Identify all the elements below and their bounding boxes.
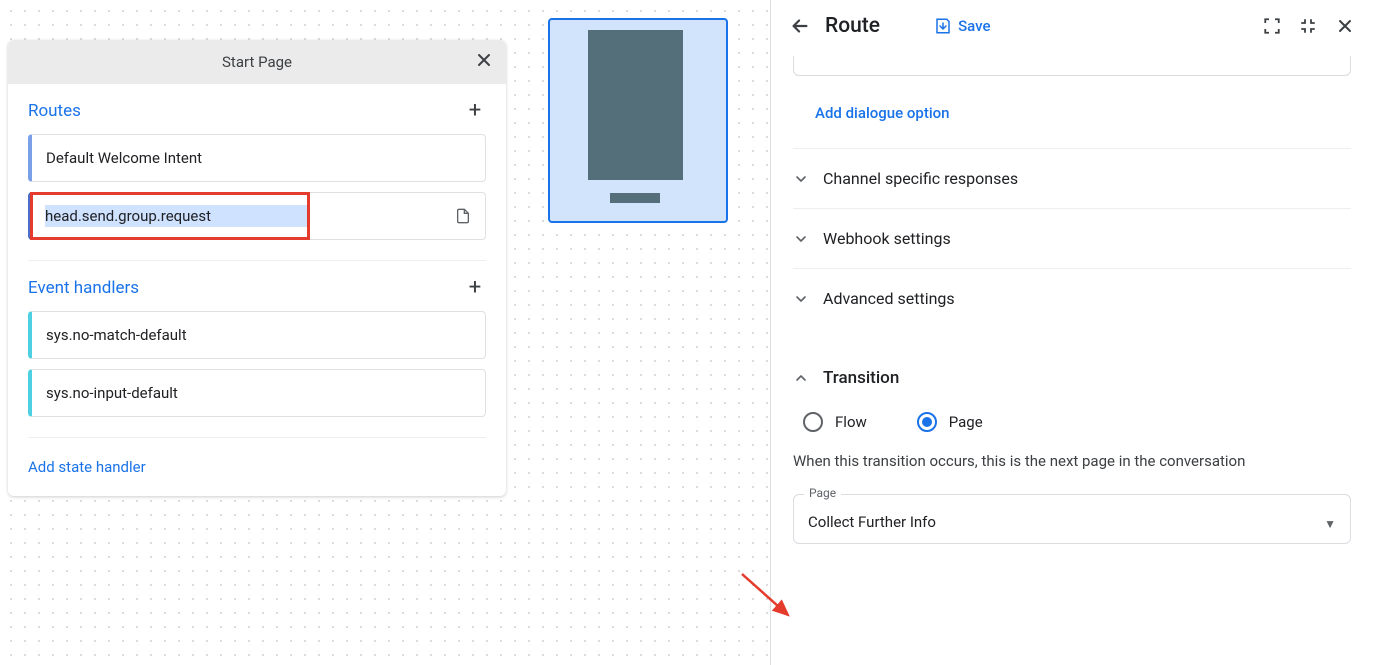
page-icon — [455, 207, 471, 225]
radio-page[interactable]: Page — [917, 412, 983, 432]
event-handlers-heading: Event handlers — [28, 278, 139, 298]
collapsible-label: Channel specific responses — [823, 169, 1018, 188]
event-handlers-section: Event handlers + sys.no-match-default sy… — [8, 261, 506, 437]
route-item-selected[interactable]: head.send.group.request — [28, 192, 486, 240]
route-sidebar: Route Save Add dialogue option Channel s… — [770, 0, 1373, 665]
select-value: Collect Further Info — [808, 513, 936, 531]
flow-node-preview[interactable] — [548, 18, 728, 223]
radio-page-label: Page — [949, 413, 983, 431]
start-page-panel: Start Page Routes + Default Welcome Inte… — [8, 40, 506, 496]
sidebar-title: Route — [825, 14, 880, 38]
route-label: head.send.group.request — [45, 205, 307, 227]
flow-canvas[interactable]: Start Page Routes + Default Welcome Inte… — [0, 0, 770, 665]
radio-flow-label: Flow — [835, 413, 867, 431]
collapsible-advanced-settings[interactable]: Advanced settings — [793, 268, 1351, 328]
radio-checked-icon — [917, 412, 937, 432]
route-label: Default Welcome Intent — [46, 149, 471, 167]
panel-title: Start Page — [222, 53, 292, 71]
event-handler-label: sys.no-input-default — [46, 384, 471, 402]
dropdown-arrow-icon: ▼ — [1324, 517, 1336, 531]
collapsible-channel-responses[interactable]: Channel specific responses — [793, 148, 1351, 208]
back-arrow-icon[interactable] — [789, 15, 811, 37]
node-body — [588, 30, 683, 180]
sidebar-body: Add dialogue option Channel specific res… — [771, 52, 1373, 665]
transition-title: Transition — [823, 368, 899, 388]
add-event-handler-button[interactable]: + — [464, 277, 486, 299]
close-icon[interactable] — [1335, 16, 1355, 36]
routes-section: Routes + Default Welcome Intent head.sen… — [8, 84, 506, 260]
chevron-down-icon — [793, 291, 809, 307]
annotation-highlight: head.send.group.request — [30, 192, 310, 240]
transition-section: Transition Flow Page When this transitio… — [793, 328, 1351, 544]
chevron-down-icon — [793, 231, 809, 247]
event-handler-item[interactable]: sys.no-match-default — [28, 311, 486, 359]
node-footer — [610, 193, 660, 203]
radio-flow[interactable]: Flow — [803, 412, 867, 432]
route-item[interactable]: Default Welcome Intent — [28, 134, 486, 182]
transition-description: When this transition occurs, this is the… — [793, 452, 1351, 494]
add-dialogue-option-link[interactable]: Add dialogue option — [793, 94, 1351, 148]
collapsed-card-bottom — [793, 56, 1351, 76]
fullscreen-icon[interactable] — [1263, 17, 1281, 35]
collapsible-label: Advanced settings — [823, 289, 955, 308]
save-label: Save — [958, 17, 990, 35]
event-handler-label: sys.no-match-default — [46, 326, 471, 344]
radio-unchecked-icon — [803, 412, 823, 432]
sidebar-header: Route Save — [771, 0, 1373, 52]
panel-header: Start Page — [8, 40, 506, 84]
chevron-down-icon — [793, 171, 809, 187]
close-icon[interactable] — [474, 50, 494, 70]
event-handler-item[interactable]: sys.no-input-default — [28, 369, 486, 417]
chevron-up-icon[interactable] — [793, 370, 809, 386]
collapsible-webhook-settings[interactable]: Webhook settings — [793, 208, 1351, 268]
add-state-handler-link[interactable]: Add state handler — [8, 438, 506, 496]
add-route-button[interactable]: + — [464, 100, 486, 122]
select-label: Page — [804, 486, 841, 500]
page-select[interactable]: Page Collect Further Info ▼ — [793, 494, 1351, 544]
minimize-icon[interactable] — [1299, 17, 1317, 35]
collapsible-label: Webhook settings — [823, 229, 951, 248]
routes-heading: Routes — [28, 101, 81, 121]
save-button[interactable]: Save — [934, 17, 990, 35]
